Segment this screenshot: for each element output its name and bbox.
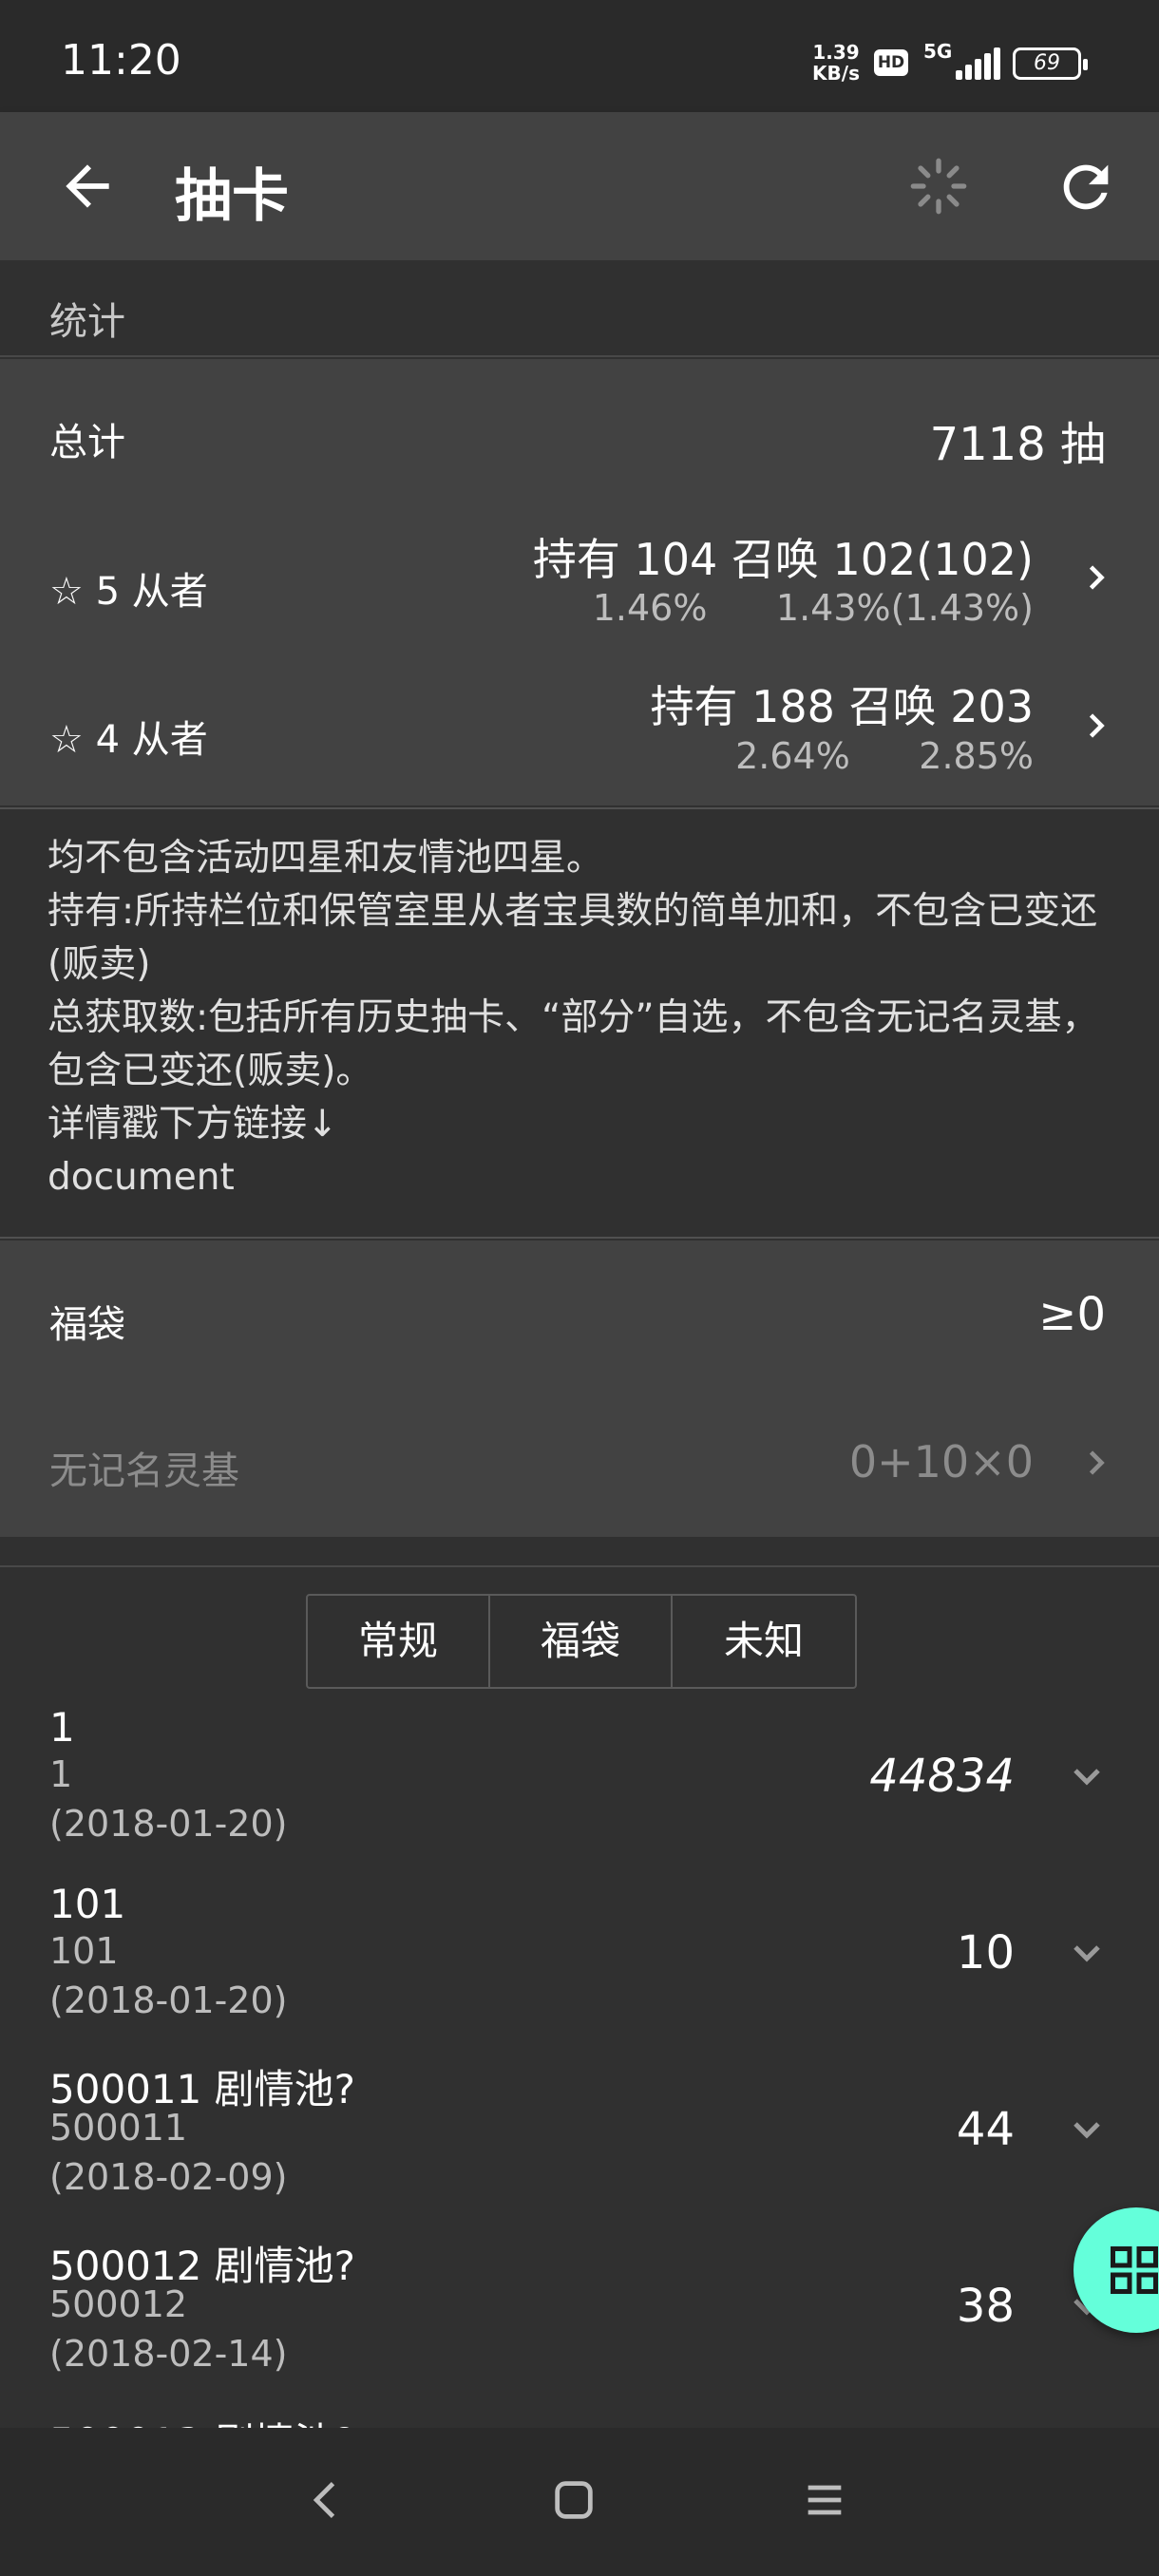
status-bar: 11:20 1.39 KB/s HD 5G 69 <box>0 0 1159 112</box>
network-speed-unit: KB/s <box>812 62 860 85</box>
battery-icon: 69 <box>1013 47 1088 80</box>
tab-regular[interactable]: 常规 <box>308 1596 490 1687</box>
unregistered-label: 无记名灵基 <box>49 1449 239 1493</box>
item-id: 1 <box>49 1753 73 1795</box>
section-header-stats: 统计 <box>0 260 1159 357</box>
item-date: (2018-02-14) <box>49 2333 288 2375</box>
item-title: 1 <box>49 1704 75 1751</box>
note-line-4: 详情戳下方链接↓ <box>48 1103 338 1146</box>
refresh-icon[interactable] <box>1053 154 1119 220</box>
system-nav-bar <box>0 2428 1159 2576</box>
list-item[interactable]: 500011 剧情池? 500011 (2018-02-09) 44 <box>0 2057 1159 2234</box>
total-label: 总计 <box>49 421 125 464</box>
chevron-right-icon <box>1089 565 1105 590</box>
tab-lucky-bag[interactable]: 福袋 <box>490 1596 673 1687</box>
chevron-down-icon[interactable] <box>1064 2107 1110 2152</box>
unregistered-value: 0+10×0 <box>848 1436 1034 1487</box>
arrow-left-icon[interactable] <box>55 154 120 218</box>
item-date: (2018-02-09) <box>49 2156 288 2198</box>
tab-group: 常规 福袋 未知 <box>306 1594 857 1689</box>
hd-badge: HD <box>874 49 908 76</box>
five-star-label: ☆ 5 从者 <box>49 570 208 614</box>
item-date: (2018-01-20) <box>49 1979 288 2021</box>
loading-spinner-icon <box>910 158 967 215</box>
network-speed: 1.39 KB/s <box>809 42 863 84</box>
app-bar: 抽卡 <box>0 112 1159 260</box>
divider <box>0 1565 1159 1567</box>
document-link[interactable]: document <box>48 1151 1121 1204</box>
status-time: 11:20 <box>61 36 181 85</box>
item-id: 500012 <box>49 2283 188 2325</box>
four-star-label: ☆ 4 从者 <box>49 718 208 762</box>
item-count: 44 <box>956 2103 1015 2156</box>
item-count: 44834 <box>869 1750 1015 1803</box>
item-id: 101 <box>49 1930 119 1972</box>
list-item[interactable]: 101 101 (2018-01-20) 10 <box>0 1881 1159 2057</box>
section-title: 统计 <box>49 300 125 344</box>
lucky-bag-card: 福袋 ≥0 无记名灵基 0+10×0 <box>0 1241 1159 1537</box>
lucky-bag-label: 福袋 <box>49 1303 125 1347</box>
menu-nav-icon[interactable] <box>800 2475 849 2525</box>
four-star-main: 持有 188 召唤 203 <box>650 681 1034 732</box>
note-line-1: 均不包含活动四星和友情池四星。 <box>48 837 604 880</box>
home-nav-icon[interactable] <box>549 2475 598 2525</box>
list-item[interactable]: 1 1 (2018-01-20) 44834 <box>0 1704 1159 1881</box>
notes-block: 均不包含活动四星和友情池四星。 持有:所持栏位和保管室里从者宝具数的简单加和，不… <box>0 807 1159 1239</box>
grid-icon <box>1111 2246 1158 2294</box>
tab-unknown[interactable]: 未知 <box>673 1596 855 1687</box>
item-id: 500011 <box>49 2107 188 2149</box>
page-title: 抽卡 <box>175 163 289 230</box>
stats-card: 总计 7118 抽 ☆ 5 从者 持有 104 召唤 102(102) 1.46… <box>0 359 1159 805</box>
note-line-3: 总获取数:包括所有历史抽卡、“部分”自选，不包含无记名灵基，包含已变还(贩卖)。 <box>48 996 1099 1092</box>
chevron-right-icon <box>1089 713 1105 738</box>
item-title: 101 <box>49 1881 126 1927</box>
four-star-percent: 2.64% 2.85% <box>735 735 1034 777</box>
lucky-bag-value: ≥0 <box>1038 1288 1106 1341</box>
note-line-2: 持有:所持栏位和保管室里从者宝具数的简单加和，不包含已变还(贩卖) <box>48 890 1098 986</box>
item-count: 38 <box>956 2280 1015 2333</box>
five-star-main: 持有 104 召唤 102(102) <box>532 534 1034 585</box>
item-title: 500013 剧情池? <box>49 2411 355 2428</box>
chevron-down-icon[interactable] <box>1064 1930 1110 1976</box>
network-type: 5G <box>923 40 953 63</box>
five-star-percent: 1.46% 1.43%(1.43%) <box>592 587 1034 629</box>
signal-icon <box>956 46 1000 80</box>
list-item[interactable]: 500012 剧情池? 500012 (2018-02-14) 38 <box>0 2234 1159 2411</box>
chevron-down-icon[interactable] <box>1064 1753 1110 1799</box>
item-date: (2018-01-20) <box>49 1803 288 1845</box>
back-nav-icon[interactable] <box>302 2475 352 2525</box>
list-item[interactable]: 500013 剧情池? <box>0 2411 1159 2428</box>
item-count: 10 <box>956 1926 1015 1979</box>
network-speed-value: 1.39 <box>812 41 860 64</box>
chevron-right-icon <box>1089 1450 1105 1475</box>
total-value: 7118 抽 <box>929 418 1106 471</box>
